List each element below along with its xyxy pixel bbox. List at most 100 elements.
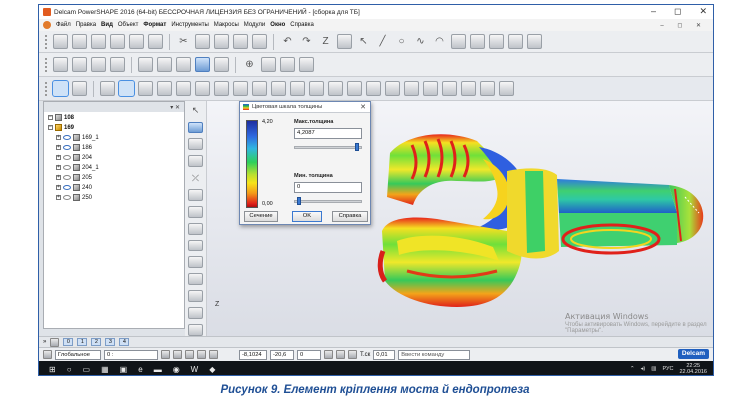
- circle-icon[interactable]: ○: [394, 34, 409, 49]
- tree-node[interactable]: + 169_1: [56, 134, 99, 141]
- coord-x-field[interactable]: -8,1024: [239, 349, 267, 360]
- dialog-close-icon[interactable]: ✕: [360, 103, 366, 111]
- menu-macros[interactable]: Макросы: [214, 22, 239, 28]
- collapse-icon[interactable]: −: [48, 115, 53, 120]
- visibility-icon[interactable]: [63, 135, 71, 140]
- max-thickness-slider-thumb[interactable]: [354, 143, 359, 151]
- toolbar-grip[interactable]: [45, 81, 49, 96]
- drawing-icon[interactable]: [188, 307, 203, 320]
- volume-icon[interactable]: ◂): [641, 366, 646, 372]
- solid-model-icon[interactable]: [188, 205, 203, 218]
- collapse-icon[interactable]: −: [48, 125, 53, 130]
- solid-offset-icon[interactable]: [385, 81, 400, 96]
- visibility-icon[interactable]: [63, 195, 71, 200]
- solid-pattern-icon[interactable]: [309, 81, 324, 96]
- search-icon[interactable]: ○: [67, 365, 72, 374]
- layer-3[interactable]: 3: [105, 338, 116, 346]
- mdi-window-controls[interactable]: – ◻ ✕: [660, 22, 707, 29]
- assembly-icon[interactable]: [489, 34, 504, 49]
- menu-help[interactable]: Справка: [290, 22, 314, 28]
- max-thickness-input[interactable]: 4,2087: [294, 128, 362, 139]
- pointer-icon[interactable]: ↖: [188, 105, 203, 117]
- section-button[interactable]: Сечение: [244, 211, 278, 222]
- min-thickness-slider[interactable]: [294, 200, 362, 203]
- electrode-icon[interactable]: [508, 34, 523, 49]
- command-input[interactable]: Ввести команду: [398, 349, 471, 360]
- menu-view[interactable]: Вид: [101, 22, 113, 28]
- expand-icon[interactable]: +: [56, 195, 61, 200]
- solid-tree-icon[interactable]: [442, 81, 457, 96]
- tree-node[interactable]: − 169: [48, 124, 74, 131]
- mesh-icon[interactable]: [188, 222, 203, 235]
- menu-format[interactable]: Формат: [143, 22, 166, 28]
- solid-revolve-icon[interactable]: [176, 81, 191, 96]
- expand-icon[interactable]: +: [56, 145, 61, 150]
- tree-node[interactable]: + 186: [56, 144, 92, 151]
- solid-history-icon[interactable]: [423, 81, 438, 96]
- curve-icon[interactable]: ∿: [413, 34, 428, 49]
- level-icon[interactable]: [72, 81, 87, 96]
- ok-button[interactable]: OK: [292, 211, 322, 222]
- feature-icon[interactable]: [188, 273, 203, 286]
- minimize-button[interactable]: –: [651, 6, 656, 17]
- tree-node[interactable]: + 205: [56, 174, 92, 181]
- layer-4[interactable]: 4: [119, 338, 130, 346]
- workplane-icon[interactable]: [43, 350, 52, 359]
- shading-icon[interactable]: [337, 34, 352, 49]
- mold-icon[interactable]: [527, 34, 542, 49]
- view-front-icon[interactable]: [72, 57, 87, 72]
- solid-export-icon[interactable]: [499, 81, 514, 96]
- solid-boolean-icon[interactable]: [252, 81, 267, 96]
- solid-repair-icon[interactable]: [461, 81, 476, 96]
- visibility-icon[interactable]: [63, 175, 71, 180]
- snap-icon[interactable]: [161, 350, 170, 359]
- lighting-icon[interactable]: [299, 57, 314, 72]
- word-icon[interactable]: W: [191, 365, 199, 374]
- toolbar-grip[interactable]: [45, 34, 49, 49]
- menu-object[interactable]: Объект: [118, 22, 138, 28]
- view-side-icon[interactable]: [91, 57, 106, 72]
- tree-panel-controls[interactable]: ▾ ✕: [170, 104, 180, 111]
- print-preview-icon[interactable]: [148, 34, 163, 49]
- close-button[interactable]: ✕: [699, 6, 707, 17]
- powershape-taskbar-icon[interactable]: ◆: [209, 365, 215, 374]
- document-icon[interactable]: [43, 21, 51, 29]
- layer-icon[interactable]: [50, 337, 60, 347]
- max-thickness-slider[interactable]: [294, 146, 362, 149]
- tray-arrow-icon[interactable]: ⌃: [630, 366, 635, 372]
- dimension-icon[interactable]: [188, 239, 203, 252]
- arc-icon[interactable]: ◠: [432, 34, 447, 49]
- sketch-icon[interactable]: [188, 324, 203, 336]
- layer-0[interactable]: 0: [63, 338, 74, 346]
- visibility-icon[interactable]: [63, 185, 71, 190]
- solid-extrude-icon[interactable]: [157, 81, 172, 96]
- new-file-icon[interactable]: [53, 34, 68, 49]
- layer-2[interactable]: 2: [91, 338, 102, 346]
- store-icon[interactable]: ▣: [120, 365, 128, 374]
- primitive-icon[interactable]: [188, 155, 203, 168]
- axis-icon[interactable]: ⤫: [188, 172, 203, 184]
- redo-icon[interactable]: ↷: [299, 34, 314, 49]
- solid-shell-icon[interactable]: [233, 81, 248, 96]
- layer-select[interactable]: 0 :: [104, 349, 158, 360]
- start-icon[interactable]: ⊞: [49, 365, 56, 374]
- surface-icon[interactable]: [451, 34, 466, 49]
- solid-fillet-icon[interactable]: [195, 81, 210, 96]
- open-file-icon[interactable]: [72, 34, 87, 49]
- solid-merge-icon[interactable]: [366, 81, 381, 96]
- copy-icon[interactable]: [195, 34, 210, 49]
- min-thickness-slider-thumb[interactable]: [297, 197, 302, 205]
- table-icon[interactable]: [209, 350, 218, 359]
- menu-tools[interactable]: Инструменты: [171, 22, 208, 28]
- menu-window[interactable]: Окно: [270, 22, 285, 28]
- zoom-icon[interactable]: [176, 57, 191, 72]
- solid-check-icon[interactable]: [480, 81, 495, 96]
- view-top-icon[interactable]: [110, 57, 125, 72]
- tree-node[interactable]: + 204_1: [56, 164, 99, 171]
- paste-icon[interactable]: [214, 34, 229, 49]
- coord-z-field[interactable]: 0: [297, 349, 321, 360]
- layer-bar-arrow-icon[interactable]: »: [43, 339, 46, 345]
- menu-edit[interactable]: Правка: [76, 22, 96, 28]
- solid-cylinder-icon[interactable]: [138, 81, 153, 96]
- tolerance-field[interactable]: 0,01: [373, 349, 396, 360]
